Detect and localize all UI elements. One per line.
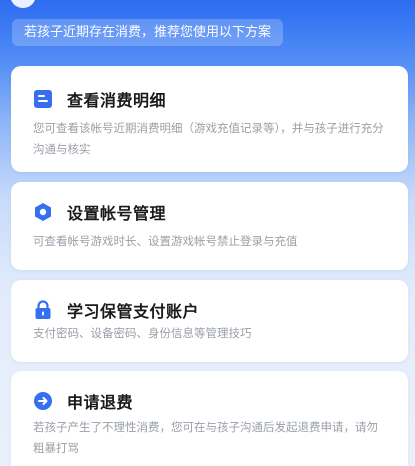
card-description: 您可查看该帐号近期消费明细（游戏充值记录等），并与孩子进行充分沟通与核实 <box>33 121 384 156</box>
card-title-row: 学习保管支付账户 <box>33 299 199 321</box>
card-description: 若孩子产生了不理性消费，您可在与孩子沟通后发起退费申请，请勿粗暴打骂 <box>33 420 378 455</box>
card-title-row: 设置帐号管理 <box>33 201 166 223</box>
card-refund-request[interactable]: 申请退费 若孩子产生了不理性消费，您可在与孩子沟通后发起退费申请，请勿粗暴打骂 <box>11 371 408 466</box>
document-icon <box>34 90 52 108</box>
arrow-circle-icon <box>34 392 52 410</box>
card-title: 查看消费明细 <box>67 91 167 110</box>
card-title: 学习保管支付账户 <box>67 302 200 321</box>
card-description: 支付密码、设备密码、身份信息等管理技巧 <box>33 326 252 340</box>
lock-icon <box>35 300 51 319</box>
card-account-management[interactable]: 设置帐号管理 可查看帐号游戏时长、设置游戏帐号禁止登录与充值 <box>11 182 408 270</box>
card-title-row: 申请退费 <box>33 390 133 412</box>
card-title: 申请退费 <box>67 393 134 412</box>
app-logo-icon <box>10 0 36 8</box>
card-view-spending-details[interactable]: 查看消费明细 您可查看该帐号近期消费明细（游戏充值记录等），并与孩子进行充分沟通… <box>11 66 408 172</box>
card-payment-account-safety[interactable]: 学习保管支付账户 支付密码、设备密码、身份信息等管理技巧 <box>11 280 408 362</box>
info-banner: 若孩子近期存在消费，推荐您使用以下方案 <box>12 19 284 46</box>
card-title-row: 查看消费明细 <box>33 88 166 110</box>
card-title: 设置帐号管理 <box>67 204 167 223</box>
hexagon-settings-icon <box>35 203 51 221</box>
card-description: 可查看帐号游戏时长、设置游戏帐号禁止登录与充值 <box>33 234 298 248</box>
